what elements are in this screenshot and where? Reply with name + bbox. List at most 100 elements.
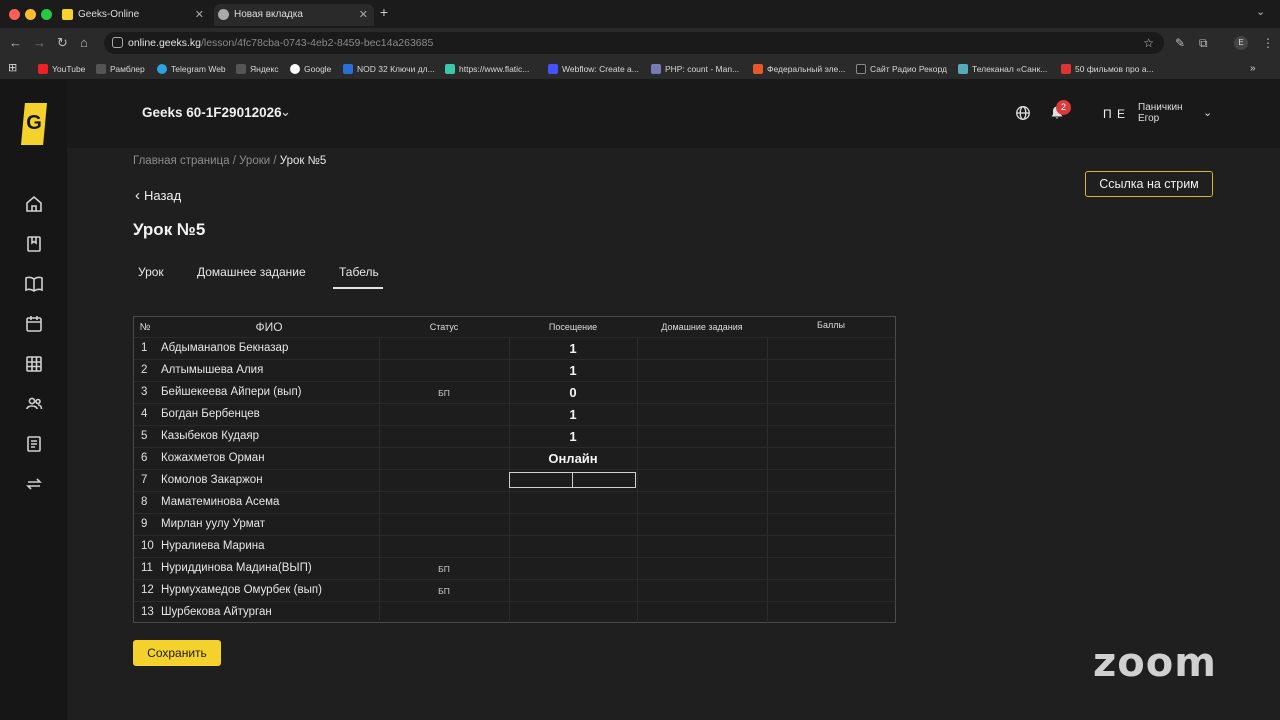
minimize-window-button[interactable] — [25, 9, 36, 20]
geeks-logo[interactable]: G — [21, 103, 47, 145]
reload-icon[interactable]: ↻ — [57, 35, 68, 51]
bookmark-item[interactable]: 50 фильмов про а... — [1061, 62, 1154, 76]
open-book-icon[interactable] — [24, 274, 44, 294]
calendar-icon[interactable] — [24, 314, 44, 334]
homework-cell[interactable] — [637, 536, 767, 557]
bookmark-item[interactable]: https://www.flatic... — [445, 62, 529, 76]
document-icon[interactable] — [24, 434, 44, 454]
bookmark-star-icon[interactable]: ☆ — [1143, 32, 1154, 54]
back-link[interactable]: ‹ Назад — [135, 187, 181, 204]
chevron-down-icon[interactable]: ⌄ — [1203, 106, 1212, 119]
bookmark-item[interactable]: YouTube — [38, 62, 85, 76]
homework-cell[interactable] — [637, 470, 767, 491]
homework-cell[interactable] — [637, 338, 767, 359]
bookmark-item[interactable]: NOD 32 Ключи дл... — [343, 62, 435, 76]
breadcrumb-home[interactable]: Главная страница — [133, 155, 230, 167]
homework-cell[interactable] — [637, 360, 767, 381]
profile-avatar[interactable]: E — [1234, 36, 1248, 50]
browser-tab-new[interactable]: Новая вкладка ✕ — [214, 4, 374, 26]
score-cell[interactable] — [767, 536, 895, 557]
user-first-name: Егор — [1138, 113, 1160, 124]
more-bookmarks-icon[interactable]: » — [1250, 62, 1256, 76]
group-selector-label[interactable]: Geeks 60-1F29012026 — [142, 105, 282, 120]
stream-link-button[interactable]: Ссылка на стрим — [1085, 171, 1213, 197]
homework-cell[interactable] — [637, 514, 767, 535]
score-cell[interactable] — [767, 602, 895, 623]
attendance-cell[interactable]: 1 — [509, 363, 637, 378]
homework-cell[interactable] — [637, 448, 767, 469]
apps-grid-icon[interactable]: ⊞ — [8, 61, 17, 75]
status-cell[interactable]: БП — [379, 586, 509, 596]
breadcrumb-lessons[interactable]: Уроки — [239, 155, 270, 167]
score-cell[interactable] — [767, 360, 895, 381]
attendance-cell[interactable]: 1 — [509, 407, 637, 422]
bookmark-favicon-icon — [651, 64, 661, 74]
close-tab-icon[interactable]: ✕ — [359, 4, 368, 26]
score-cell[interactable] — [767, 558, 895, 579]
close-window-button[interactable] — [9, 9, 20, 20]
save-button[interactable]: Сохранить — [133, 640, 221, 666]
score-cell[interactable] — [767, 426, 895, 447]
table-grid-icon[interactable] — [24, 354, 44, 374]
tab-gradebook[interactable]: Табель — [339, 265, 379, 279]
homework-cell[interactable] — [637, 580, 767, 601]
homework-cell[interactable] — [637, 602, 767, 623]
attendance-cell[interactable]: Онлайн — [509, 451, 637, 466]
tab-lesson[interactable]: Урок — [138, 265, 164, 279]
chevron-down-icon[interactable]: ⌄ — [280, 104, 291, 120]
bookmark-item[interactable]: Webflow: Create a... — [548, 62, 639, 76]
score-cell[interactable] — [767, 382, 895, 403]
bookmark-item[interactable]: Telegram Web — [157, 62, 226, 76]
homework-cell[interactable] — [637, 558, 767, 579]
pen-extension-icon[interactable]: ✎ — [1175, 36, 1185, 50]
score-cell[interactable] — [767, 404, 895, 425]
bookmark-item[interactable]: Рамблер — [96, 62, 145, 76]
extensions-icon[interactable]: ⧉ — [1199, 36, 1208, 50]
tab-homework[interactable]: Домашнее задание — [197, 265, 306, 279]
attendance-cell[interactable]: 0 — [509, 385, 637, 400]
bookmark-item[interactable]: Сайт Радио Рекорд — [856, 62, 947, 76]
tab-search-icon[interactable]: ⌄ — [1256, 5, 1265, 18]
status-cell[interactable]: БП — [379, 564, 509, 574]
score-cell[interactable] — [767, 338, 895, 359]
browser-tab-geeks[interactable]: Geeks-Online ✕ — [58, 4, 210, 26]
user-name[interactable]: Паничкин Егор — [1138, 102, 1183, 124]
globe-language-icon[interactable] — [1015, 105, 1031, 121]
attendance-cell[interactable]: 1 — [509, 429, 637, 444]
menu-kebab-icon[interactable]: ⋮ — [1262, 36, 1274, 50]
score-cell[interactable] — [767, 492, 895, 513]
score-cell[interactable] — [767, 470, 895, 491]
bookmark-item[interactable]: Федеральный эле... — [753, 62, 845, 76]
address-bar[interactable]: online.geeks.kg/lesson/4fc78cba-0743-4eb… — [104, 32, 1164, 54]
status-cell[interactable]: БП — [379, 388, 509, 398]
user-avatar-initials[interactable]: П Е — [1103, 107, 1126, 121]
close-tab-icon[interactable]: ✕ — [195, 4, 204, 26]
score-cell[interactable] — [767, 514, 895, 535]
student-name: Шурбекова Айтурган — [161, 606, 272, 618]
table-row: 9 Мирлан уулу Урмат — [134, 513, 895, 535]
table-row: 12 Нурмухамедов Омурбек (вып) БП — [134, 579, 895, 601]
users-icon[interactable] — [24, 394, 44, 414]
score-cell[interactable] — [767, 580, 895, 601]
home-icon[interactable]: ⌂ — [80, 35, 88, 51]
attendance-input-active[interactable] — [509, 472, 636, 488]
student-name: Маматеминова Асема — [161, 496, 280, 508]
attendance-cell[interactable]: 1 — [509, 341, 637, 356]
site-info-icon[interactable] — [112, 37, 123, 48]
forward-arrow-icon[interactable]: → — [33, 35, 46, 51]
homework-cell[interactable] — [637, 404, 767, 425]
homework-cell[interactable] — [637, 492, 767, 513]
transfer-arrows-icon[interactable] — [24, 474, 44, 494]
homework-cell[interactable] — [637, 426, 767, 447]
back-arrow-icon[interactable]: ← — [9, 35, 22, 51]
bookmark-item[interactable]: PHP: count - Man... — [651, 62, 739, 76]
bookmark-item[interactable]: Телеканал «Санк... — [958, 62, 1047, 76]
bookmark-item[interactable]: Google — [290, 62, 331, 76]
new-tab-button[interactable]: + — [376, 5, 392, 21]
bookmark-book-icon[interactable] — [24, 234, 44, 254]
score-cell[interactable] — [767, 448, 895, 469]
home-icon[interactable] — [24, 194, 44, 214]
homework-cell[interactable] — [637, 382, 767, 403]
maximize-window-button[interactable] — [41, 9, 52, 20]
bookmark-item[interactable]: Яндекс — [236, 62, 279, 76]
